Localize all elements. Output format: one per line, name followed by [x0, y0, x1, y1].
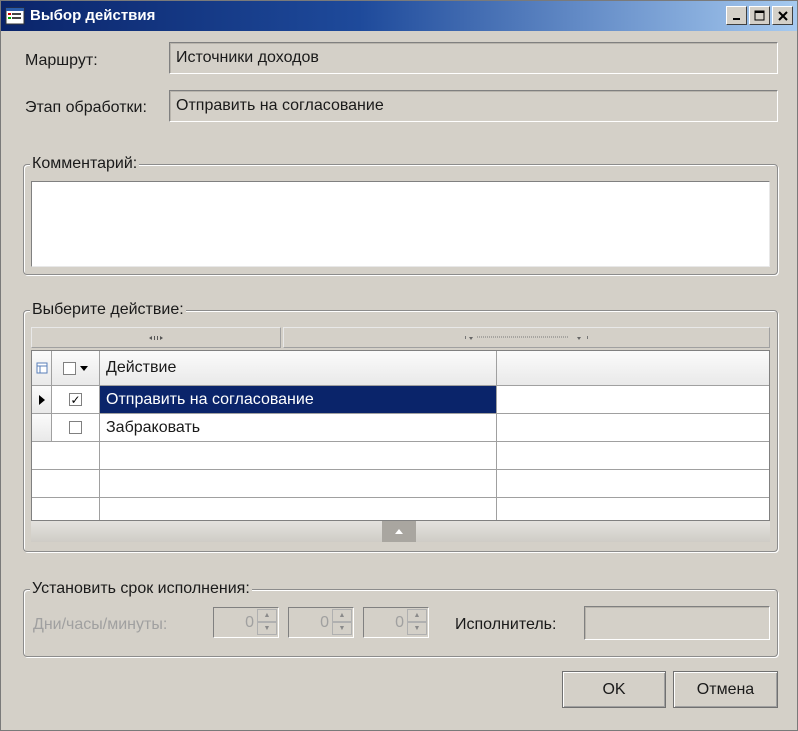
- empty-cell: [100, 470, 497, 498]
- days-value: 0: [245, 614, 254, 631]
- checkmark-icon: ✓: [70, 392, 81, 407]
- stage-field: Отправить на согласование: [169, 90, 778, 122]
- duration-label: Дни/часы/минуты:: [33, 616, 168, 633]
- chevron-up-icon: ▲: [413, 612, 421, 619]
- empty-cell: [497, 442, 769, 470]
- comment-textarea[interactable]: [31, 181, 770, 267]
- empty-cell: [100, 498, 497, 520]
- row-empty-cell: [497, 414, 769, 442]
- ok-button[interactable]: OK: [562, 671, 666, 708]
- chevron-up-icon: [395, 529, 403, 534]
- splitter-icon: [149, 335, 163, 340]
- stage-label: Этап обработки:: [25, 99, 147, 116]
- empty-cell: [497, 498, 769, 520]
- row-action-cell[interactable]: Отправить на согласование: [100, 386, 497, 414]
- chevron-down-icon: [80, 365, 88, 371]
- deadline-group-title: Установить срок исполнения:: [30, 580, 252, 598]
- empty-row: [32, 470, 769, 498]
- maximize-button[interactable]: [749, 6, 770, 25]
- hours-stepper[interactable]: 0 ▲ ▼: [288, 607, 354, 638]
- row-action-label: Забраковать: [106, 418, 201, 436]
- empty-cell: [32, 498, 100, 520]
- route-value: Источники доходов: [176, 49, 319, 66]
- days-stepper[interactable]: 0 ▲ ▼: [213, 607, 279, 638]
- close-icon: [777, 10, 788, 21]
- empty-cell: [32, 470, 100, 498]
- minutes-stepper[interactable]: 0 ▲ ▼: [363, 607, 429, 638]
- row-checkbox[interactable]: ✓: [69, 393, 82, 406]
- days-up-button[interactable]: ▲: [257, 609, 277, 622]
- row-indicator[interactable]: [32, 386, 52, 414]
- cancel-button-label: Отмена: [696, 680, 755, 698]
- chevron-down-icon: ▼: [413, 625, 421, 632]
- executor-label: Исполнитель:: [455, 616, 557, 633]
- empty-cell: [497, 470, 769, 498]
- empty-row: [32, 498, 769, 520]
- hours-up-button[interactable]: ▲: [332, 609, 352, 622]
- empty-cell: [32, 442, 100, 470]
- column-header-empty: [497, 351, 769, 386]
- grid-toolbar: [31, 327, 770, 348]
- select-all-checkbox[interactable]: [63, 361, 76, 375]
- maximize-icon: [754, 10, 765, 21]
- row-checkbox-cell[interactable]: ✓: [52, 386, 100, 414]
- column-header-action[interactable]: Действие: [100, 351, 497, 386]
- route-label: Маршрут:: [25, 52, 98, 69]
- grid-column-chooser[interactable]: [32, 351, 52, 386]
- minutes-value: 0: [395, 614, 404, 631]
- row-action-cell[interactable]: Забраковать: [100, 414, 497, 442]
- collapse-panel-button[interactable]: [382, 521, 416, 542]
- executor-field[interactable]: [584, 606, 770, 640]
- stage-value: Отправить на согласование: [176, 97, 384, 114]
- ok-button-label: OK: [602, 680, 626, 698]
- grid-column-splitter[interactable]: [31, 327, 281, 348]
- empty-row: [32, 442, 769, 470]
- table-row[interactable]: ✓ Отправить на согласование: [32, 386, 769, 414]
- close-button[interactable]: [772, 6, 793, 25]
- row-action-label: Отправить на согласование: [106, 390, 314, 408]
- chevron-down-icon: ▼: [338, 625, 346, 632]
- app-icon: [5, 7, 25, 25]
- row-pointer-icon: [38, 394, 45, 405]
- route-field: Источники доходов: [169, 42, 778, 74]
- hours-down-button[interactable]: ▼: [332, 622, 352, 635]
- chevron-up-icon: ▲: [263, 612, 271, 619]
- title-bar[interactable]: Выбор действия: [1, 1, 797, 31]
- group-panel-icon: [464, 335, 588, 340]
- row-checkbox[interactable]: [69, 421, 82, 434]
- chevron-up-icon: ▲: [338, 612, 346, 619]
- actions-grid[interactable]: Действие ✓ Отправить на согласование Заб…: [31, 350, 770, 521]
- row-indicator[interactable]: [32, 414, 52, 442]
- chevron-down-icon: ▼: [263, 625, 271, 632]
- action-group-title: Выберите действие:: [30, 301, 186, 319]
- select-all-header[interactable]: [52, 351, 100, 386]
- minutes-up-button[interactable]: ▲: [407, 609, 427, 622]
- minimize-button[interactable]: [726, 6, 747, 25]
- column-chooser-icon: [36, 362, 47, 374]
- minutes-down-button[interactable]: ▼: [407, 622, 427, 635]
- empty-cell: [100, 442, 497, 470]
- minimize-icon: [732, 17, 740, 20]
- grid-group-panel[interactable]: [283, 327, 770, 348]
- grid-header-row: Действие: [32, 351, 769, 386]
- grid-footer: [31, 521, 770, 542]
- window-title: Выбор действия: [30, 7, 156, 24]
- column-header-action-label: Действие: [106, 359, 177, 376]
- table-row[interactable]: Забраковать: [32, 414, 769, 442]
- row-empty-cell: [497, 386, 769, 414]
- hours-value: 0: [320, 614, 329, 631]
- days-down-button[interactable]: ▼: [257, 622, 277, 635]
- cancel-button[interactable]: Отмена: [673, 671, 778, 708]
- row-checkbox-cell[interactable]: [52, 414, 100, 442]
- comment-group-title: Комментарий:: [30, 155, 140, 173]
- dialog-window: Выбор действия Маршрут: Источники доходо…: [0, 0, 798, 731]
